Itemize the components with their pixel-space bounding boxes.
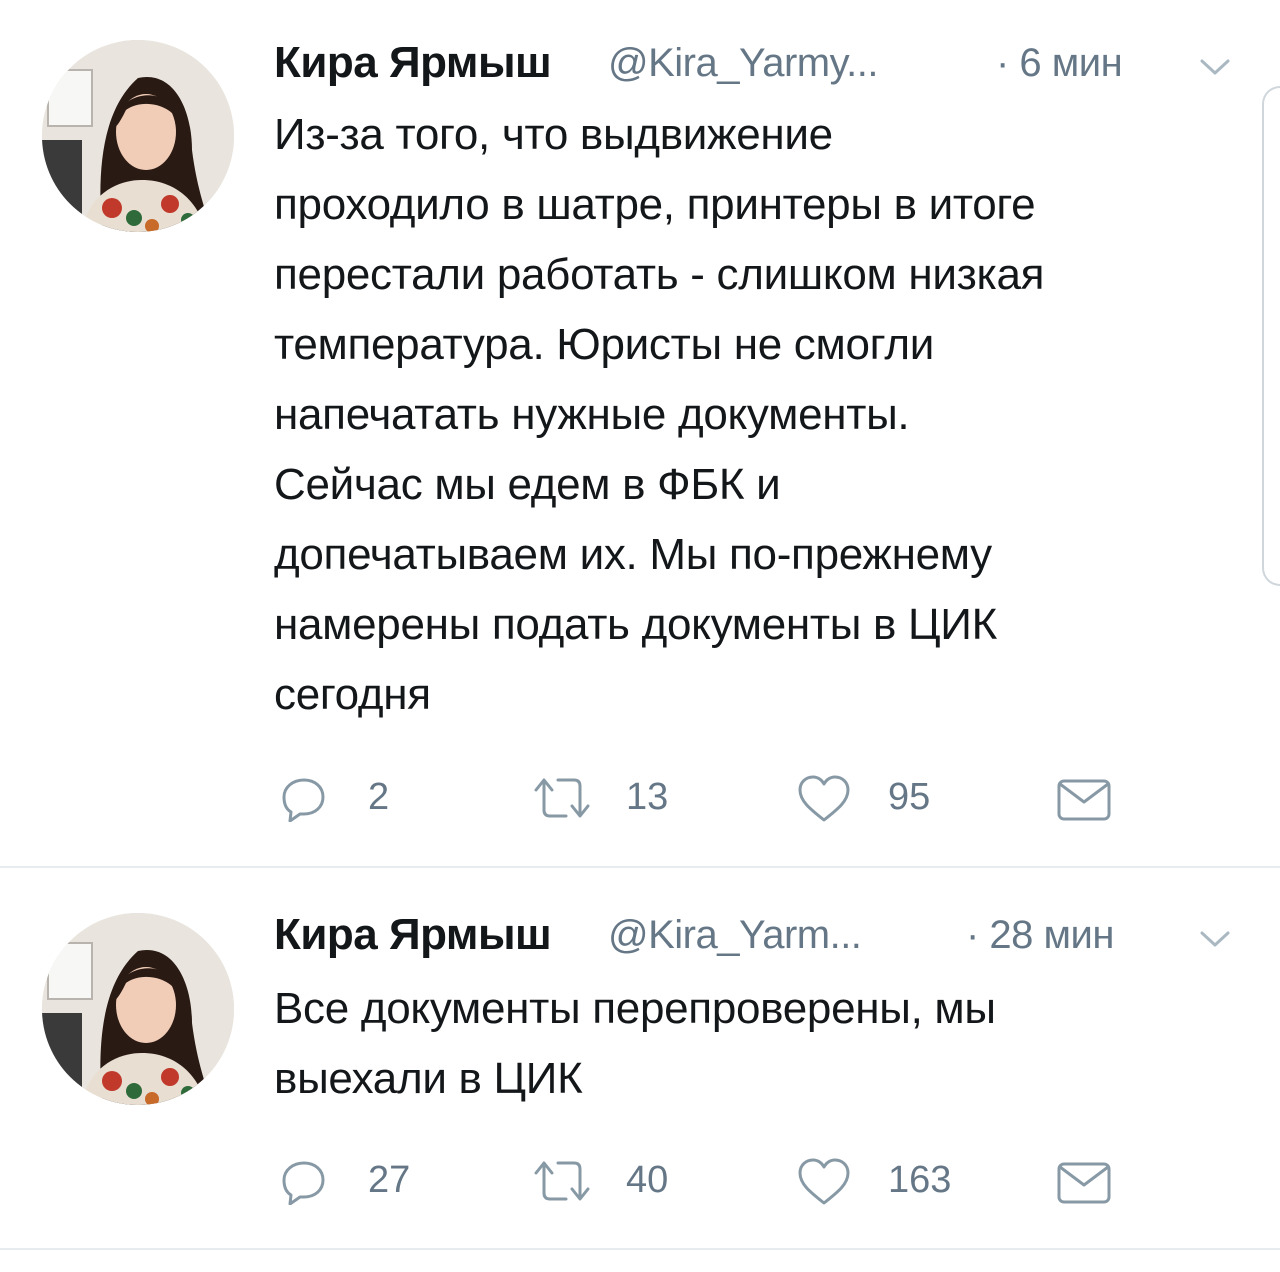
chevron-down-icon[interactable] <box>1198 928 1232 950</box>
tweet-text-line: сегодня <box>274 670 431 719</box>
envelope-icon <box>1057 779 1111 821</box>
envelope-icon <box>1057 1162 1111 1204</box>
author-name[interactable]: Кира Ярмыш <box>274 910 552 960</box>
avatar-photo <box>42 40 234 232</box>
reply-button[interactable]: 2 <box>280 768 430 828</box>
tweet-text-line: температура. Юристы не смогли <box>274 320 935 369</box>
tweet-actions: 2 13 95 <box>274 768 1174 828</box>
author-name[interactable]: Кира Ярмыш <box>274 38 552 88</box>
direct-message-button[interactable] <box>1056 1151 1116 1211</box>
tweet-feed: Кира Ярмыш @Kira_Yarmy... · 6 мин Из-за … <box>0 0 1280 1272</box>
retweet-icon <box>534 778 590 818</box>
heart-icon <box>798 1158 850 1205</box>
tweet-text-line: Из-за того, что выдвижение <box>274 110 833 159</box>
retweet-icon <box>534 1161 590 1201</box>
tweet-text-line: напечатать нужные документы. <box>274 390 910 439</box>
reply-count: 27 <box>368 1159 411 1201</box>
avatar-photo <box>42 913 234 1105</box>
heart-icon <box>798 775 850 822</box>
tweet-header: Кира Ярмыш @Kira_Yarmy... · 6 мин <box>274 38 1254 98</box>
author-handle[interactable]: @Kira_Yarm... <box>608 913 862 958</box>
reply-icon <box>282 1161 325 1205</box>
direct-message-button[interactable] <box>1056 768 1116 828</box>
author-handle[interactable]: @Kira_Yarmy... <box>608 41 878 86</box>
tweet-text-line: проходило в шатре, принтеры в итоге <box>274 180 1036 229</box>
tweet-text-line: Сейчас мы едем в ФБК и <box>274 460 781 509</box>
tweet-text: Все документы перепроверены, мы выехали … <box>274 974 1254 1114</box>
tweet-text-line: выехали в ЦИК <box>274 1054 583 1103</box>
reply-icon <box>282 778 325 822</box>
like-count: 163 <box>888 1159 952 1201</box>
retweet-count: 13 <box>626 776 669 818</box>
like-button[interactable]: 163 <box>796 1151 976 1211</box>
tweet-text-line: намерены подать документы в ЦИК <box>274 600 997 649</box>
retweet-button[interactable]: 40 <box>532 1151 692 1211</box>
tweet[interactable]: Кира Ярмыш @Kira_Yarm... · 28 мин Все до… <box>0 868 1280 1250</box>
tweet-timestamp[interactable]: · 28 мин <box>966 913 1114 958</box>
tweet-text-line: допечатываем их. Мы по-прежнему <box>274 530 992 579</box>
tweet-timestamp[interactable]: · 6 мин <box>996 41 1123 86</box>
retweet-count: 40 <box>626 1159 669 1201</box>
tweet-header: Кира Ярмыш @Kira_Yarm... · 28 мин <box>274 910 1254 970</box>
divider <box>0 1248 1280 1250</box>
chevron-down-icon[interactable] <box>1198 56 1232 78</box>
like-count: 95 <box>888 776 931 818</box>
reply-button[interactable]: 27 <box>280 1151 430 1211</box>
tweet-text-line: перестали работать - слишком низкая <box>274 250 1045 299</box>
avatar[interactable] <box>42 913 234 1105</box>
avatar[interactable] <box>42 40 234 232</box>
tweet-text-line: Все документы перепроверены, мы <box>274 984 996 1033</box>
retweet-button[interactable]: 13 <box>532 768 692 828</box>
like-button[interactable]: 95 <box>796 768 956 828</box>
tweet[interactable]: Кира Ярмыш @Kira_Yarmy... · 6 мин Из-за … <box>0 0 1280 868</box>
reply-count: 2 <box>368 776 390 818</box>
tweet-actions: 27 40 163 <box>274 1151 1174 1211</box>
tweet-text: Из-за того, что выдвижение проходило в ш… <box>274 100 1254 730</box>
